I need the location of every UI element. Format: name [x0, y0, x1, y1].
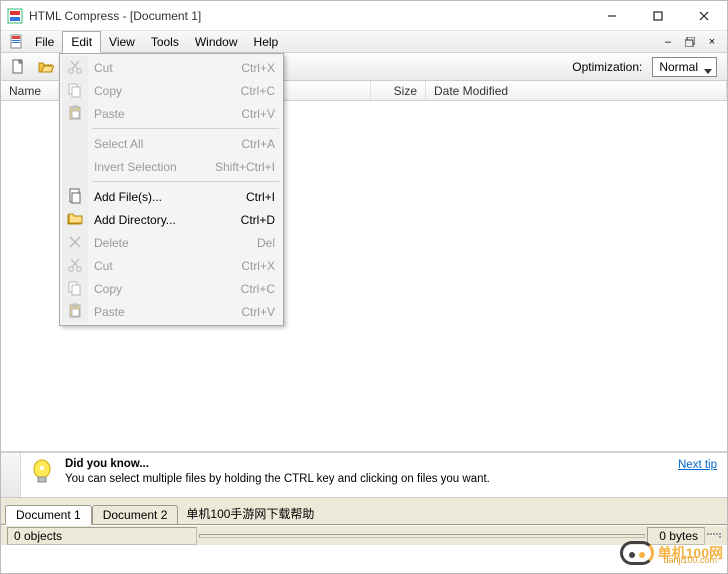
window-title: HTML Compress - [Document 1] — [29, 9, 201, 23]
paste-icon — [67, 105, 83, 121]
menu-item-paste: Paste Ctrl+V — [62, 102, 281, 125]
menu-help[interactable]: Help — [246, 32, 287, 52]
chevron-down-icon — [704, 64, 712, 78]
menu-item-cut: Cut Ctrl+X — [62, 254, 281, 277]
menu-item-shortcut: Shift+Ctrl+I — [215, 160, 275, 174]
tab-document-1[interactable]: Document 1 — [5, 505, 92, 525]
menu-item-shortcut: Ctrl+I — [246, 190, 275, 204]
menu-item-shortcut: Ctrl+X — [241, 61, 275, 75]
menu-item-label: Delete — [94, 236, 129, 250]
tip-text: You can select multiple files by holding… — [65, 473, 490, 485]
menu-separator — [92, 128, 279, 129]
edit-menu-dropdown: Cut Ctrl+X Copy Ctrl+C Paste Ctrl+V Select All… — [59, 53, 284, 326]
maximize-button[interactable] — [635, 1, 681, 31]
open-folder-button[interactable] — [35, 56, 57, 78]
copy-icon — [67, 280, 83, 296]
menu-item-select-all: Select All Ctrl+A — [62, 132, 281, 155]
menu-separator — [92, 181, 279, 182]
menu-item-label: Copy — [94, 282, 122, 296]
close-button[interactable] — [681, 1, 727, 31]
optimization-value: Normal — [659, 60, 698, 74]
column-size[interactable]: Size — [371, 81, 426, 100]
menu-item-label: Add File(s)... — [94, 190, 162, 204]
optimization-select[interactable]: Normal — [652, 57, 717, 77]
mdi-close-button[interactable]: × — [705, 35, 719, 49]
paste-icon — [67, 303, 83, 319]
menu-item-cut: Cut Ctrl+X — [62, 56, 281, 79]
statusbar: 0 objects 0 bytes — [1, 525, 727, 545]
menu-item-label: Copy — [94, 84, 122, 98]
mdi-controls: – × — [661, 35, 727, 49]
menu-item-shortcut: Ctrl+C — [241, 282, 275, 296]
delete-icon — [67, 234, 83, 250]
menu-item-label: Paste — [94, 305, 125, 319]
new-document-button[interactable] — [7, 56, 29, 78]
scissors-icon — [67, 257, 83, 273]
menu-item-shortcut: Ctrl+X — [241, 259, 275, 273]
mdi-restore-button[interactable] — [683, 35, 697, 49]
menu-item-label: Cut — [94, 259, 113, 273]
menubar: FileEditViewToolsWindowHelp – × — [1, 31, 727, 53]
menu-item-label: Cut — [94, 61, 113, 75]
minimize-button[interactable] — [589, 1, 635, 31]
tip-gutter — [1, 453, 21, 497]
app-icon — [7, 8, 23, 24]
window-controls — [589, 1, 727, 31]
menu-item-label: Invert Selection — [94, 160, 177, 174]
next-tip-link[interactable]: Next tip — [678, 459, 717, 471]
optimization-label: Optimization: — [572, 60, 642, 74]
menu-view[interactable]: View — [101, 32, 143, 52]
menu-item-label: Select All — [94, 137, 143, 151]
lightbulb-icon — [31, 459, 55, 490]
menu-edit[interactable]: Edit — [62, 31, 101, 53]
menu-item-shortcut: Ctrl+V — [241, 305, 275, 319]
tip-body: Did you know... You can select multiple … — [65, 457, 668, 493]
menu-item-add-file-s[interactable]: Add File(s)... Ctrl+I — [62, 185, 281, 208]
menu-item-shortcut: Ctrl+A — [241, 137, 275, 151]
menu-item-shortcut: Del — [257, 236, 275, 250]
copy-icon — [67, 82, 83, 98]
status-objects: 0 objects — [7, 527, 197, 545]
add-folder-icon — [67, 211, 83, 227]
titlebar: HTML Compress - [Document 1] — [1, 1, 727, 31]
menu-window[interactable]: Window — [187, 32, 246, 52]
menu-item-copy: Copy Ctrl+C — [62, 277, 281, 300]
menu-item-label: Add Directory... — [94, 213, 176, 227]
tip-heading: Did you know... — [65, 458, 149, 470]
menu-file[interactable]: File — [27, 32, 62, 52]
menu-item-add-directory[interactable]: Add Directory... Ctrl+D — [62, 208, 281, 231]
tip-panel: Did you know... You can select multiple … — [1, 451, 727, 497]
menu-item-invert-selection: Invert Selection Shift+Ctrl+I — [62, 155, 281, 178]
open-folder-icon — [38, 59, 54, 75]
menu-item-copy: Copy Ctrl+C — [62, 79, 281, 102]
document-tabs: Document 1Document 2 单机100手游网下载帮助 — [1, 505, 727, 525]
scissors-icon — [67, 59, 83, 75]
status-spacer — [199, 534, 645, 538]
menu-tools[interactable]: Tools — [143, 32, 187, 52]
document-icon — [9, 34, 25, 50]
spacer — [1, 497, 727, 505]
menu-item-shortcut: Ctrl+D — [241, 213, 275, 227]
menu-item-shortcut: Ctrl+V — [241, 107, 275, 121]
menu-item-label: Paste — [94, 107, 125, 121]
menu-item-delete: Delete Del — [62, 231, 281, 254]
help-text[interactable]: 单机100手游网下载帮助 — [178, 503, 322, 524]
status-bytes: 0 bytes — [647, 527, 705, 545]
column-date-modified[interactable]: Date Modified — [426, 81, 727, 100]
add-file-icon — [67, 188, 83, 204]
mdi-minimize-button[interactable]: – — [661, 35, 675, 49]
tab-document-2[interactable]: Document 2 — [92, 505, 179, 524]
new-file-icon — [10, 59, 26, 75]
menu-item-paste: Paste Ctrl+V — [62, 300, 281, 323]
resize-grip[interactable] — [707, 533, 721, 538]
menu-item-shortcut: Ctrl+C — [241, 84, 275, 98]
